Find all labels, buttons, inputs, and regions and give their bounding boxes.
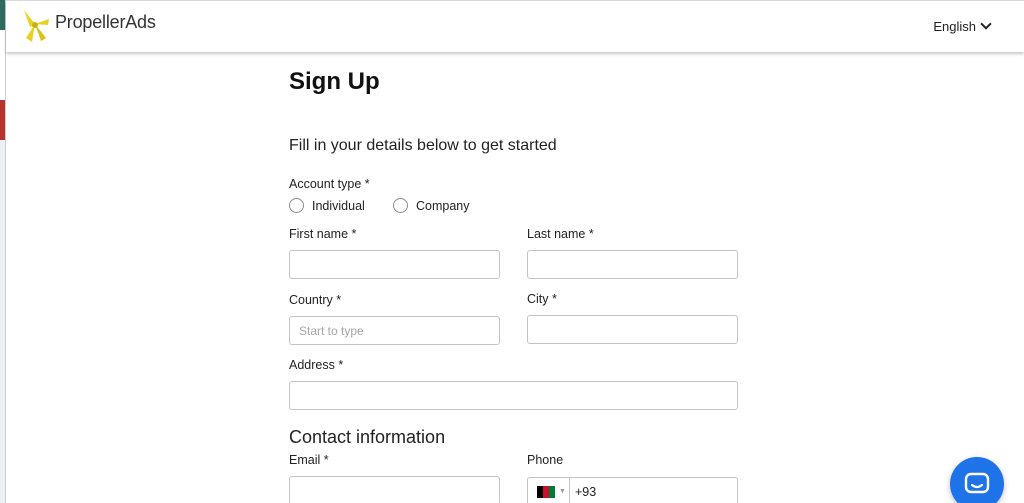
radio-company[interactable]: Company <box>393 198 470 213</box>
phone-label: Phone <box>527 453 564 467</box>
phone-country-code: +93 <box>575 484 597 499</box>
city-label: City * <box>527 292 557 306</box>
address-field[interactable] <box>289 381 738 410</box>
radio-circle-company[interactable] <box>393 198 408 213</box>
top-bar: PropellerAds English <box>6 0 1024 52</box>
radio-label-company: Company <box>416 198 470 213</box>
chevron-down-icon: ▼ <box>559 488 566 495</box>
propellerads-logo-icon <box>24 10 49 42</box>
first-name-label: First name * <box>289 227 357 241</box>
phone-country-selector[interactable]: ▼ <box>528 478 570 503</box>
language-selector[interactable]: English <box>933 18 992 34</box>
country-label: Country * <box>289 293 342 307</box>
email-label: Email * <box>289 453 329 467</box>
brand-logo[interactable]: PropellerAds <box>18 8 156 44</box>
city-field[interactable] <box>527 315 738 344</box>
chevron-down-icon <box>980 18 992 30</box>
last-name-label: Last name * <box>527 227 594 241</box>
background-window-edge <box>0 0 6 503</box>
afghanistan-flag-icon <box>537 485 555 498</box>
radio-label-individual: Individual <box>312 198 365 213</box>
email-field[interactable] <box>289 476 500 503</box>
contact-section-title: Contact information <box>289 427 446 447</box>
country-field[interactable] <box>289 316 500 345</box>
language-label: English <box>933 19 976 34</box>
address-label: Address * <box>289 358 344 372</box>
last-name-field[interactable] <box>527 250 738 279</box>
chat-icon <box>964 472 990 494</box>
chat-button[interactable] <box>950 457 1004 503</box>
phone-field[interactable]: ▼ +93 <box>527 477 738 503</box>
radio-circle-individual[interactable] <box>289 198 304 213</box>
first-name-field[interactable] <box>289 250 500 279</box>
page-title: Sign Up <box>289 68 380 95</box>
brand-name: PropellerAds <box>55 11 156 32</box>
radio-individual[interactable]: Individual <box>289 198 365 213</box>
page-subtitle: Fill in your details below to get starte… <box>289 137 557 154</box>
account-type-label: Account type * <box>289 177 370 191</box>
